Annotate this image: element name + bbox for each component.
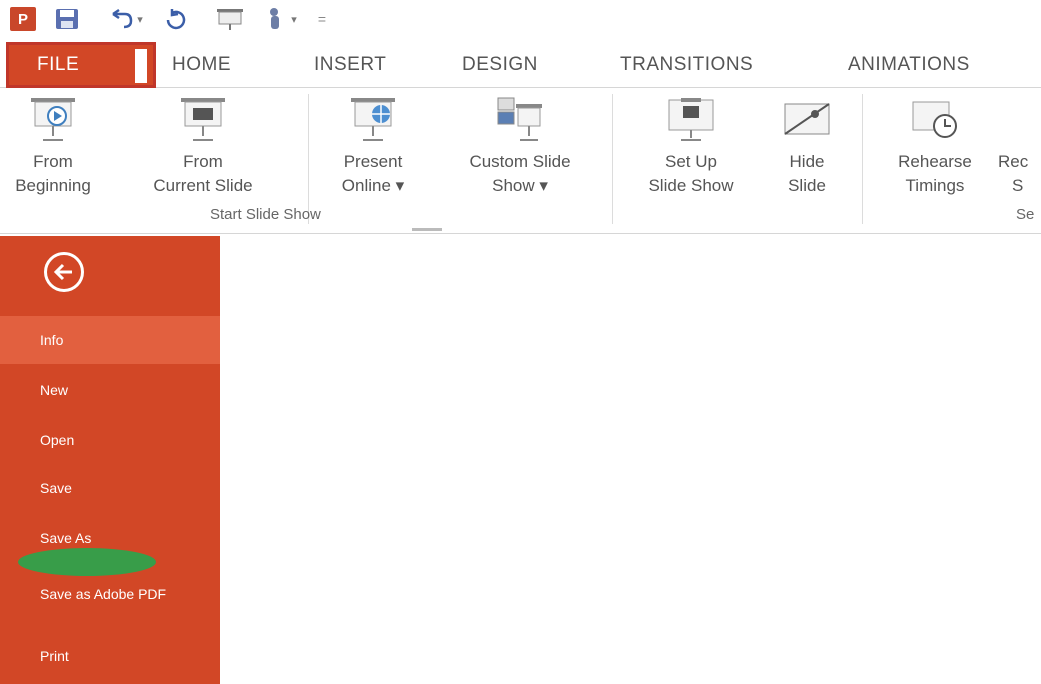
group-expander [412, 228, 442, 231]
custom-slide-show-button[interactable]: Custom Slide Show ▾ [440, 96, 600, 198]
group-label-start-slide-show: Start Slide Show [210, 206, 321, 223]
touch-dropdown-icon[interactable]: ▾ [291, 13, 297, 26]
ribbon-slide-show: From Beginning From Current Slide Presen… [0, 88, 1041, 234]
file-tab-gap [135, 49, 147, 83]
tab-file-label: FILE [37, 54, 80, 75]
tab-design[interactable]: DESIGN [462, 50, 538, 80]
tab-animations[interactable]: ANIMATIONS [848, 50, 970, 80]
rehearse-timings-icon [912, 101, 957, 138]
tab-transitions[interactable]: TRANSITIONS [620, 50, 753, 80]
record-line1: Rec [998, 152, 1029, 171]
hide-slide-icon [784, 103, 830, 135]
save-icon[interactable] [52, 6, 82, 32]
redo-icon[interactable] [160, 6, 192, 32]
from-current-line1: From [183, 152, 223, 171]
back-button[interactable] [44, 252, 84, 292]
from-beginning-button[interactable]: From Beginning [0, 96, 106, 198]
present-online-icon [351, 98, 395, 141]
setup-slideshow-icon [668, 98, 714, 141]
rehearse-line2: Timings [905, 176, 965, 195]
rehearse-line1: Rehearse [898, 152, 972, 171]
custom-show-line2: Show ▾ [492, 176, 548, 195]
hide-slide-line2: Slide [788, 176, 826, 195]
rehearse-timings-button[interactable]: Rehearse Timings [880, 96, 990, 198]
ribbon-separator [308, 94, 309, 224]
ribbon-tabs: FILE HOME INSERT DESIGN TRANSITIONS ANIM… [0, 40, 1041, 88]
ribbon-separator [862, 94, 863, 224]
from-current-line2: Current Slide [153, 176, 253, 195]
projector-play-icon [31, 98, 75, 141]
from-beginning-line2: Beginning [15, 176, 91, 195]
present-online-line1: Present [343, 152, 403, 171]
back-arrow-icon [53, 263, 72, 281]
hide-slide-button[interactable]: Hide Slide [772, 96, 842, 198]
backstage-sidebar: Info New Open Save Save As Save as Adobe… [0, 236, 220, 684]
backstage-content-area [220, 236, 1041, 684]
touch-mode-icon[interactable]: ▾ [256, 6, 306, 32]
quick-access-toolbar: P ▾ ▾ = [0, 0, 1041, 40]
custom-show-icon [497, 97, 542, 141]
hide-slide-line1: Hide [789, 152, 825, 171]
customize-qat-icon[interactable]: = [312, 6, 332, 32]
tab-insert[interactable]: INSERT [314, 50, 386, 80]
undo-dropdown-icon[interactable]: ▾ [137, 13, 143, 26]
undo-icon[interactable]: ▾ [100, 6, 150, 32]
powerpoint-logo: P [10, 7, 36, 31]
backstage-item-open[interactable]: Open [0, 418, 220, 462]
record-icon [998, 96, 1041, 150]
record-line2: S [1012, 176, 1024, 195]
setup-line1: Set Up [665, 152, 717, 171]
from-beginning-line1: From [33, 152, 73, 171]
from-current-slide-button[interactable]: From Current Slide [118, 96, 288, 198]
tab-file[interactable]: FILE [6, 42, 156, 88]
tab-home[interactable]: HOME [172, 50, 231, 80]
powerpoint-app-icon: P [8, 6, 38, 32]
custom-show-line1: Custom Slide [469, 152, 571, 171]
record-slide-show-button[interactable]: Rec S [998, 96, 1041, 198]
group-label-set-up: Se [1016, 206, 1035, 223]
present-online-line2: Online ▾ [341, 176, 405, 195]
projector-current-icon [181, 98, 225, 141]
backstage-item-new[interactable]: New [0, 368, 220, 412]
presentation-icon[interactable] [212, 6, 248, 32]
backstage-item-info[interactable]: Info [0, 316, 220, 364]
set-up-slide-show-button[interactable]: Set Up Slide Show [620, 96, 762, 198]
backstage-item-print[interactable]: Print [0, 634, 220, 678]
backstage-item-save[interactable]: Save [0, 466, 220, 510]
backstage-item-save-as-adobe-pdf[interactable]: Save as Adobe PDF [0, 566, 220, 622]
present-online-button[interactable]: Present Online ▾ [318, 96, 428, 198]
ribbon-separator [612, 94, 613, 224]
setup-line2: Slide Show [648, 176, 734, 195]
